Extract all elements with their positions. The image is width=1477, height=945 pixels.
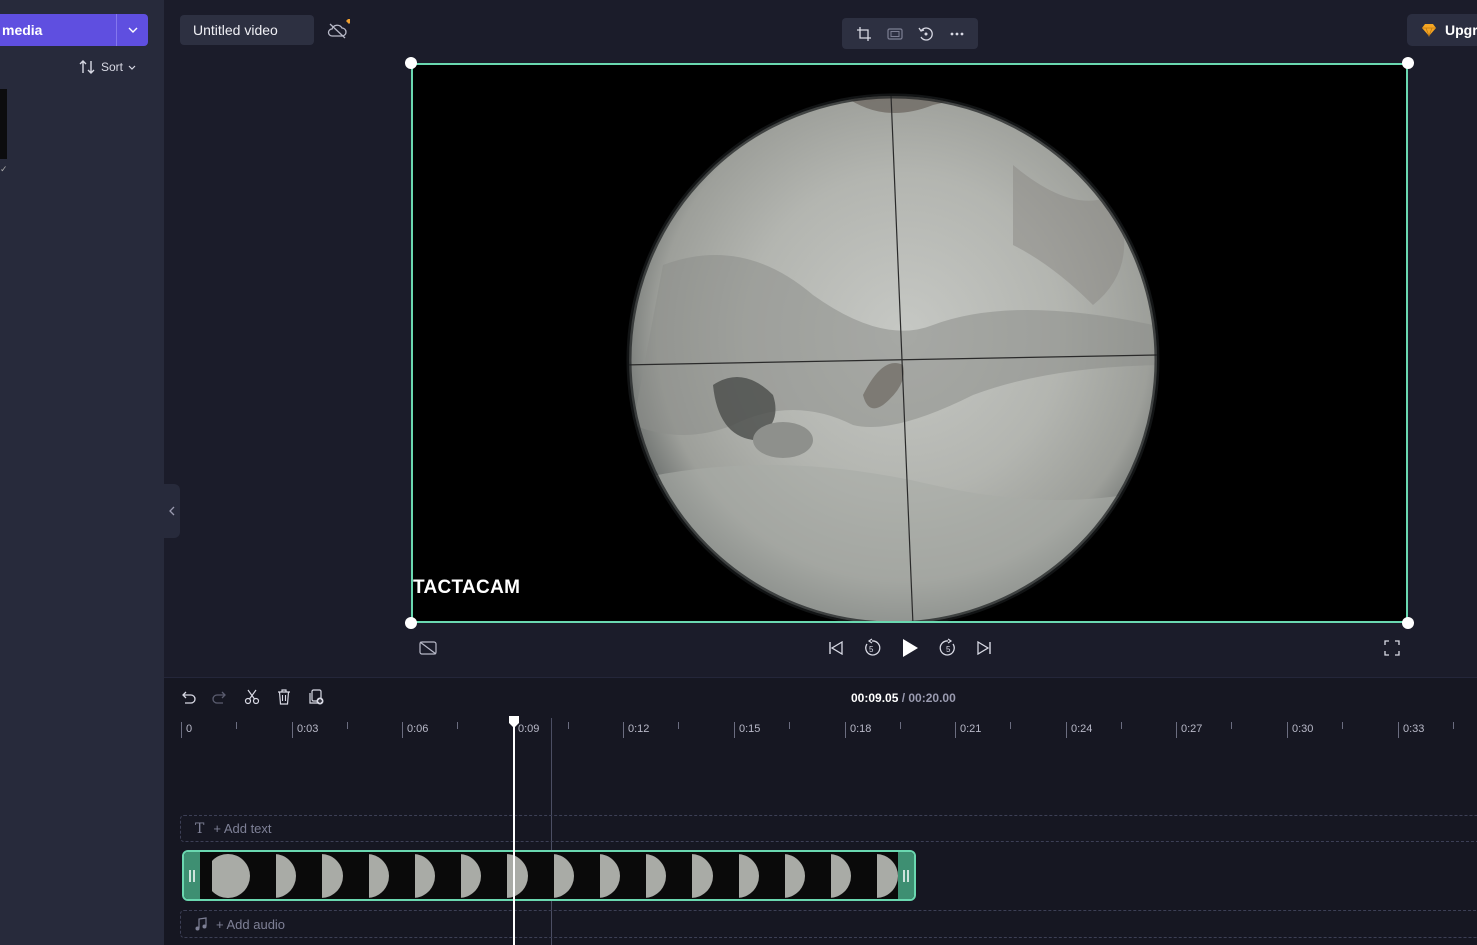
- add-text-label: + Add text: [213, 821, 272, 836]
- add-audio-label: + Add audio: [216, 916, 286, 932]
- upgrade-label: Upgr: [1445, 22, 1477, 38]
- undo-icon[interactable]: [177, 686, 199, 708]
- resize-handle[interactable]: [405, 57, 417, 69]
- svg-text:5: 5: [946, 645, 951, 654]
- playhead-handle[interactable]: [508, 715, 520, 729]
- clip-trim-start-handle[interactable]: [184, 852, 200, 899]
- ruler-major-tick: [1398, 722, 1399, 738]
- ruler-tick-label: 0:18: [850, 723, 872, 735]
- current-time: 00:09.05: [851, 691, 899, 705]
- ruler-minor-tick: [1453, 722, 1454, 729]
- ruler-minor-tick: [678, 722, 679, 729]
- ruler-tick-label: 0:12: [628, 723, 650, 735]
- import-media-label: media: [2, 22, 43, 38]
- resize-handle[interactable]: [1402, 57, 1414, 69]
- collapse-panel-button[interactable]: [164, 484, 180, 538]
- redo-icon[interactable]: [209, 686, 231, 708]
- playhead-line[interactable]: [513, 716, 515, 945]
- ruler-major-tick: [181, 722, 182, 738]
- ruler-tick-label: 0:21: [960, 723, 982, 735]
- ruler-tick-label: 0:30: [1292, 723, 1314, 735]
- diamond-icon: [1422, 24, 1436, 37]
- ruler-minor-tick: [900, 722, 901, 729]
- chevron-down-icon: [128, 27, 137, 33]
- import-media-button[interactable]: media: [0, 14, 116, 46]
- ruler-minor-tick: [347, 722, 348, 729]
- more-icon[interactable]: [946, 23, 968, 45]
- play-icon[interactable]: [897, 635, 923, 661]
- ruler-minor-tick: [1231, 722, 1232, 729]
- scope-view-image: [626, 93, 1160, 621]
- cloud-backup-off-icon[interactable]: [326, 19, 350, 41]
- rewind-5s-icon[interactable]: 5: [859, 635, 885, 661]
- ruler-tick-label: 0:33: [1403, 723, 1425, 735]
- upgrade-button[interactable]: Upgr: [1407, 14, 1477, 46]
- forward-5s-icon[interactable]: 5: [935, 635, 961, 661]
- sort-button[interactable]: Sort: [78, 56, 136, 78]
- fullscreen-icon[interactable]: [1379, 635, 1405, 661]
- scissors-icon[interactable]: [241, 686, 263, 708]
- ruler-minor-tick: [236, 722, 237, 729]
- time-readout: 00:09.05 / 00:20.00: [851, 691, 956, 705]
- sort-icon: [79, 60, 95, 74]
- ruler-major-tick: [1176, 722, 1177, 738]
- svg-text:5: 5: [869, 645, 874, 654]
- ruler-minor-tick: [1121, 722, 1122, 729]
- trash-icon[interactable]: [273, 686, 295, 708]
- ruler-minor-tick: [789, 722, 790, 729]
- skip-to-start-icon[interactable]: [823, 635, 849, 661]
- video-clip[interactable]: [182, 850, 916, 901]
- ruler-major-tick: [1066, 722, 1067, 738]
- ruler-tick-label: 0:27: [1181, 723, 1203, 735]
- ruler-tick-label: 0:09: [518, 723, 540, 735]
- ruler-tick-label: 0:24: [1071, 723, 1093, 735]
- media-panel: [0, 0, 164, 945]
- ruler-tick-label: 0: [186, 723, 193, 735]
- ruler-minor-tick: [568, 722, 569, 729]
- ruler-tick-label: 0:06: [407, 723, 429, 735]
- skip-to-end-icon[interactable]: [971, 635, 997, 661]
- captions-off-icon[interactable]: [415, 635, 441, 661]
- crop-icon[interactable]: [853, 23, 875, 45]
- ruler-major-tick: [1287, 722, 1288, 738]
- ruler-minor-tick: [1010, 722, 1011, 729]
- duplicate-icon[interactable]: [305, 686, 327, 708]
- total-time: / 00:20.00: [901, 691, 956, 705]
- ruler-major-tick: [402, 722, 403, 738]
- ruler-minor-tick: [457, 722, 458, 729]
- text-icon: T: [195, 820, 205, 837]
- media-thumbnail[interactable]: [0, 89, 7, 159]
- project-title: Untitled video: [193, 22, 278, 38]
- ruler-tick-label: 0:03: [297, 723, 319, 735]
- project-title-input[interactable]: Untitled video: [180, 15, 314, 45]
- check-icon: ✓: [0, 164, 8, 174]
- clip-trim-end-handle[interactable]: [898, 852, 914, 899]
- ruler-minor-tick: [1342, 722, 1343, 729]
- sort-label: Sort: [101, 60, 124, 74]
- import-media-dropdown-button[interactable]: [116, 14, 148, 46]
- ruler-major-tick: [734, 722, 735, 738]
- ruler-major-tick: [955, 722, 956, 738]
- watermark-text: TACTACAM: [413, 577, 521, 598]
- ruler-major-tick: [623, 722, 624, 738]
- ruler-major-tick: [292, 722, 293, 738]
- resize-handle[interactable]: [405, 617, 417, 629]
- preview-toolbar: [842, 18, 978, 49]
- fit-icon[interactable]: [884, 23, 906, 45]
- ruler-tick-label: 0:15: [739, 723, 761, 735]
- add-audio-track[interactable]: + Add audio: [180, 910, 1477, 938]
- clip-filmstrip: [200, 852, 898, 899]
- video-preview[interactable]: TACTACAM: [411, 63, 1408, 623]
- chevron-down-icon: [128, 65, 136, 70]
- add-text-track[interactable]: T + Add text: [180, 815, 1477, 842]
- rotate-icon[interactable]: [915, 23, 937, 45]
- music-note-icon: [195, 917, 207, 931]
- chevron-left-icon: [169, 506, 175, 516]
- ruler-major-tick: [845, 722, 846, 738]
- resize-handle[interactable]: [1402, 617, 1414, 629]
- timeline-panel: [164, 677, 1477, 945]
